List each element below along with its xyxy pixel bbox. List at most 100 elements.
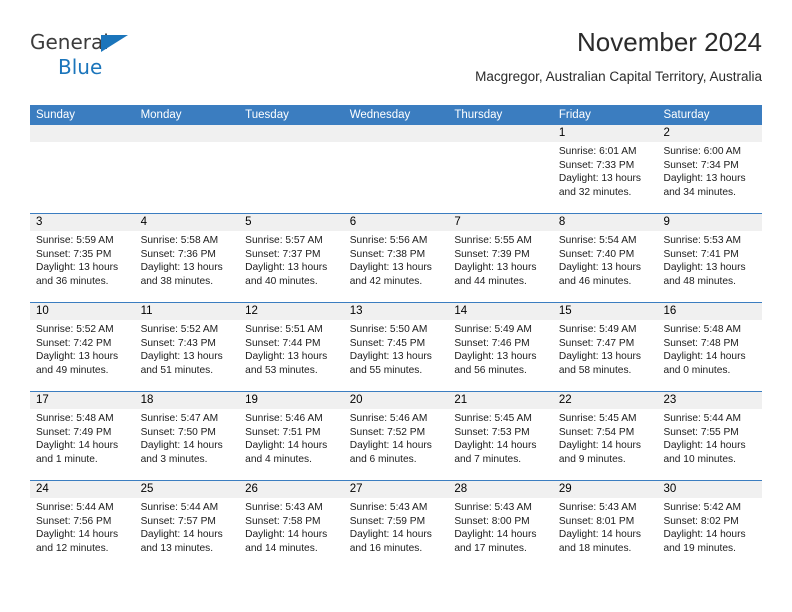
- day-sunset-text: Sunset: 8:01 PM: [558, 515, 635, 527]
- day-sunrise-text: Sunrise: 5:51 AM: [245, 324, 323, 335]
- day-cell[interactable]: 1 Sunrise: 6:01 AM Sunset: 7:33 PM Daylight…: [552, 125, 658, 213]
- day-number: [239, 125, 344, 142]
- day-cell[interactable]: 11 Sunrise: 5:52 AM Sunset: 7:43 PM Dayligh…: [134, 303, 240, 391]
- day-sunrise-text: Sunrise: 5:50 AM: [349, 324, 428, 335]
- day-sunrise-text: Sunrise: 5:52 AM: [140, 324, 219, 335]
- day-daylight1-text: Daylight: 14 hours: [245, 440, 328, 452]
- calendar-grid: Sunday Monday Tuesday Wednesday Thursday Frid…: [30, 105, 763, 569]
- day-details: Sunrise: 5:42 AM Sunset: 8:02 PM Daylight:…: [657, 498, 762, 555]
- day-details: Sunrise: 5:44 AM Sunset: 7:57 PM Daylight:…: [135, 498, 240, 555]
- brand-logo[interactable]: General Blue: [30, 32, 170, 84]
- day-daylight1-text: Daylight: 13 hours: [558, 262, 642, 274]
- day-number: 22: [552, 392, 658, 409]
- day-cell[interactable]: 9 Sunrise: 5:53 AM Sunset: 7:41 PM Daylight…: [657, 214, 763, 302]
- day-daylight1-text: Daylight: 13 hours: [36, 262, 119, 274]
- day-cell[interactable]: 24 Sunrise: 5:44 AM Sunset: 7:56 PM Dayligh…: [30, 481, 135, 569]
- day-sunset-text: Sunset: 7:39 PM: [454, 248, 530, 260]
- day-sunset-text: Sunset: 7:54 PM: [558, 426, 635, 438]
- day-cell[interactable]: 7 Sunrise: 5:55 AM Sunset: 7:39 PM Daylight…: [448, 214, 553, 302]
- day-cell[interactable]: 30 Sunrise: 5:42 AM Sunset: 8:02 PM Dayligh…: [657, 481, 763, 569]
- day-sunset-text: Sunset: 7:56 PM: [36, 515, 112, 527]
- day-daylight1-text: Daylight: 13 hours: [349, 351, 432, 363]
- weekday-header-sunday: Sunday: [36, 109, 76, 121]
- day-number: 1: [552, 125, 658, 142]
- day-cell[interactable]: 19 Sunrise: 5:46 AM Sunset: 7:51 PM Dayligh…: [239, 392, 344, 480]
- day-cell[interactable]: 26 Sunrise: 5:43 AM Sunset: 7:58 PM Dayligh…: [239, 481, 344, 569]
- day-cell[interactable]: 6 Sunrise: 5:56 AM Sunset: 7:38 PM Daylight…: [343, 214, 449, 302]
- day-cell[interactable]: 21 Sunrise: 5:45 AM Sunset: 7:53 PM Dayligh…: [448, 392, 553, 480]
- day-daylight1-text: Daylight: 14 hours: [140, 440, 223, 452]
- day-cell[interactable]: 27 Sunrise: 5:43 AM Sunset: 7:59 PM Dayligh…: [343, 481, 449, 569]
- day-number: 21: [448, 392, 553, 409]
- day-cell-empty: [448, 125, 553, 213]
- day-details: Sunrise: 5:55 AM Sunset: 7:39 PM Daylight:…: [448, 231, 553, 288]
- day-details: Sunrise: 6:01 AM Sunset: 7:33 PM Daylight:…: [553, 142, 658, 199]
- day-cell[interactable]: 3 Sunrise: 5:59 AM Sunset: 7:35 PM Daylight…: [30, 214, 135, 302]
- day-details: Sunrise: 5:52 AM Sunset: 7:42 PM Daylight:…: [30, 320, 135, 377]
- day-number: 23: [657, 392, 763, 409]
- day-sunrise-text: Sunrise: 5:58 AM: [140, 235, 219, 246]
- day-daylight2-text: and 58 minutes.: [558, 364, 632, 376]
- day-cell[interactable]: 20 Sunrise: 5:46 AM Sunset: 7:52 PM Dayligh…: [343, 392, 449, 480]
- day-cell[interactable]: 25 Sunrise: 5:44 AM Sunset: 7:57 PM Dayligh…: [134, 481, 240, 569]
- day-number: 12: [239, 303, 344, 320]
- day-details: Sunrise: 5:45 AM Sunset: 7:54 PM Daylight:…: [553, 409, 658, 466]
- day-cell[interactable]: 13 Sunrise: 5:50 AM Sunset: 7:45 PM Dayligh…: [343, 303, 449, 391]
- day-daylight2-text: and 46 minutes.: [558, 275, 632, 287]
- day-daylight2-text: and 51 minutes.: [140, 364, 214, 376]
- weekday-header-row: Sunday Monday Tuesday Wednesday Thursday Frid…: [30, 105, 762, 125]
- day-sunset-text: Sunset: 7:52 PM: [349, 426, 426, 438]
- day-sunrise-text: Sunrise: 5:45 AM: [454, 413, 532, 424]
- day-daylight1-text: Daylight: 14 hours: [349, 440, 432, 452]
- day-cell[interactable]: 29 Sunrise: 5:43 AM Sunset: 8:01 PM Dayligh…: [552, 481, 658, 569]
- day-cell[interactable]: 12 Sunrise: 5:51 AM Sunset: 7:44 PM Dayligh…: [239, 303, 344, 391]
- day-number: 29: [552, 481, 658, 498]
- day-sunrise-text: Sunrise: 5:59 AM: [36, 235, 114, 246]
- day-cell[interactable]: 8 Sunrise: 5:54 AM Sunset: 7:40 PM Daylight…: [552, 214, 658, 302]
- day-sunset-text: Sunset: 7:45 PM: [349, 337, 426, 349]
- day-cell[interactable]: 22 Sunrise: 5:45 AM Sunset: 7:54 PM Dayligh…: [552, 392, 658, 480]
- day-daylight2-text: and 16 minutes.: [349, 542, 423, 554]
- day-details: Sunrise: 5:43 AM Sunset: 7:58 PM Daylight:…: [239, 498, 344, 555]
- day-cell[interactable]: 2 Sunrise: 6:00 AM Sunset: 7:34 PM Daylight…: [657, 125, 763, 213]
- day-cell[interactable]: 15 Sunrise: 5:49 AM Sunset: 7:47 PM Dayligh…: [552, 303, 658, 391]
- day-daylight2-text: and 19 minutes.: [663, 542, 736, 554]
- weekday-header-wednesday: Wednesday: [349, 109, 411, 121]
- day-cell[interactable]: 16 Sunrise: 5:48 AM Sunset: 7:48 PM Dayligh…: [657, 303, 763, 391]
- day-cell[interactable]: 4 Sunrise: 5:58 AM Sunset: 7:36 PM Daylight…: [134, 214, 240, 302]
- day-number: 27: [343, 481, 449, 498]
- day-daylight2-text: and 12 minutes.: [36, 542, 109, 554]
- day-daylight2-text: and 48 minutes.: [663, 275, 736, 287]
- day-daylight1-text: Daylight: 14 hours: [663, 440, 746, 452]
- day-sunrise-text: Sunrise: 5:49 AM: [454, 324, 532, 335]
- day-sunrise-text: Sunrise: 5:56 AM: [349, 235, 428, 246]
- day-number: 13: [343, 303, 449, 320]
- day-number: 14: [448, 303, 553, 320]
- day-daylight1-text: Daylight: 14 hours: [558, 440, 642, 452]
- day-cell[interactable]: 23 Sunrise: 5:44 AM Sunset: 7:55 PM Dayligh…: [657, 392, 763, 480]
- day-sunset-text: Sunset: 7:55 PM: [663, 426, 739, 438]
- day-cell[interactable]: 28 Sunrise: 5:43 AM Sunset: 8:00 PM Dayligh…: [448, 481, 553, 569]
- day-sunrise-text: Sunrise: 5:46 AM: [349, 413, 428, 424]
- day-number: [448, 125, 553, 142]
- brand-logo-top-row: General: [30, 32, 170, 56]
- day-number: 4: [134, 214, 240, 231]
- day-cell[interactable]: 18 Sunrise: 5:47 AM Sunset: 7:50 PM Dayligh…: [134, 392, 240, 480]
- day-daylight2-text: and 4 minutes.: [245, 453, 312, 465]
- day-number: 7: [448, 214, 553, 231]
- day-cell[interactable]: 14 Sunrise: 5:49 AM Sunset: 7:46 PM Dayligh…: [448, 303, 553, 391]
- calendar-weeks: 1 Sunrise: 6:01 AM Sunset: 7:33 PM Daylight…: [30, 125, 763, 569]
- day-cell[interactable]: 5 Sunrise: 5:57 AM Sunset: 7:37 PM Daylight…: [239, 214, 344, 302]
- day-details: Sunrise: 5:48 AM Sunset: 7:48 PM Daylight:…: [657, 320, 762, 377]
- weekday-header-friday: Friday: [558, 109, 591, 121]
- day-cell[interactable]: 17 Sunrise: 5:48 AM Sunset: 7:49 PM Dayligh…: [30, 392, 135, 480]
- day-daylight1-text: Daylight: 14 hours: [349, 529, 432, 541]
- day-daylight2-text: and 40 minutes.: [245, 275, 318, 287]
- day-sunrise-text: Sunrise: 5:44 AM: [36, 502, 114, 513]
- day-daylight2-text: and 49 minutes.: [36, 364, 109, 376]
- day-daylight1-text: Daylight: 14 hours: [36, 440, 119, 452]
- day-daylight1-text: Daylight: 13 hours: [663, 173, 746, 185]
- day-daylight2-text: and 36 minutes.: [36, 275, 109, 287]
- day-details: Sunrise: 5:52 AM Sunset: 7:43 PM Daylight:…: [135, 320, 240, 377]
- day-cell[interactable]: 10 Sunrise: 5:52 AM Sunset: 7:42 PM Dayligh…: [30, 303, 135, 391]
